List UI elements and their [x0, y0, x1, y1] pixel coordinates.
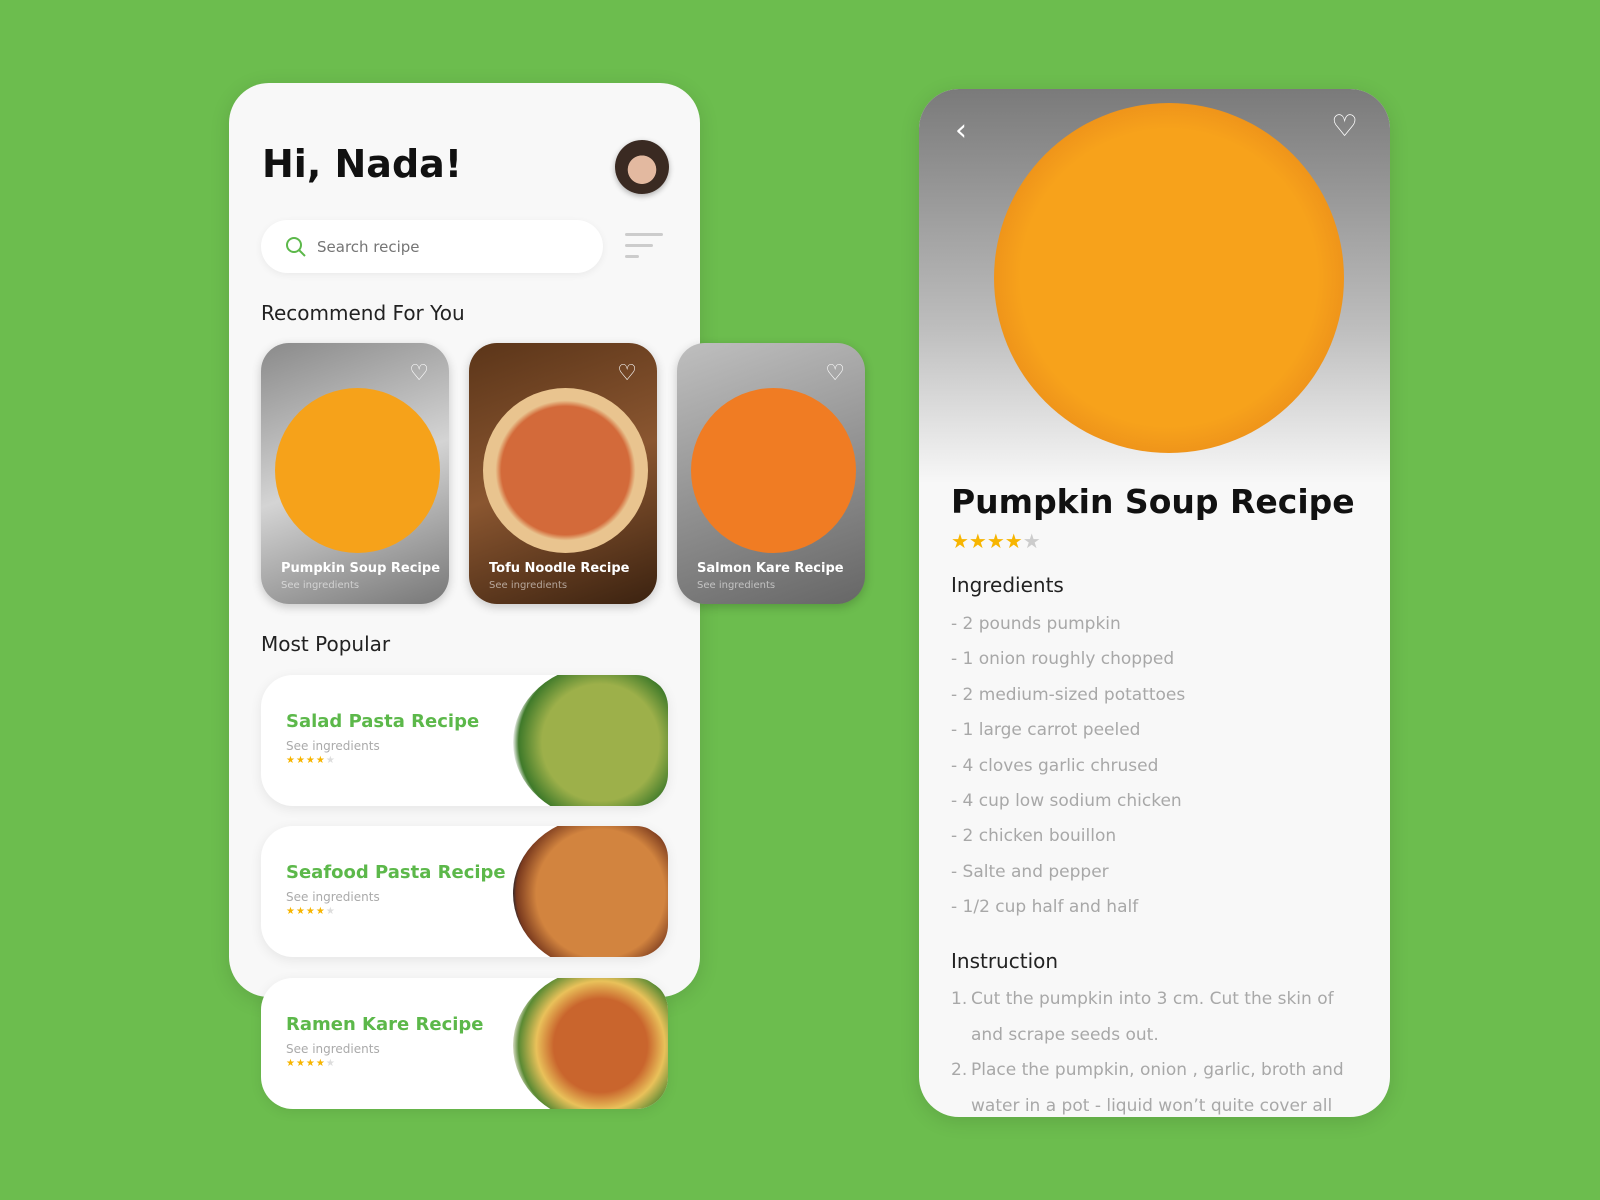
item-subtitle[interactable]: See ingredients — [286, 1042, 380, 1056]
card-subtitle[interactable]: See ingredients — [281, 580, 359, 591]
instruction-step: 1. Cut the pumpkin into 3 cm. Cut the ski… — [951, 982, 1371, 1053]
star-rating: ★★★★★ — [286, 1058, 336, 1069]
ingredient-item: - 1/2 cup half and half — [951, 897, 1139, 917]
heart-icon[interactable]: ♡ — [825, 361, 845, 386]
soup-bowl — [994, 103, 1344, 453]
back-arrow-icon[interactable]: ‹ — [955, 113, 967, 148]
ingredient-item: - 4 cup low sodium chicken — [951, 791, 1182, 811]
heart-icon[interactable]: ♡ — [409, 361, 429, 386]
recipe-image — [513, 826, 668, 957]
ingredient-item: - 1 onion roughly chopped — [951, 649, 1175, 669]
card-title: Tofu Noodle Recipe — [489, 561, 630, 576]
popular-item[interactable]: Seafood Pasta Recipe See ingredients ★★★… — [261, 826, 668, 957]
recipe-image — [513, 978, 668, 1109]
recipe-image — [483, 388, 648, 553]
step-text: Place the pumpkin, onion , garlic, broth… — [971, 1060, 1344, 1116]
ingredients-heading: Ingredients — [951, 573, 1064, 597]
instruction-step: 2. Place the pumpkin, onion , garlic, bro… — [951, 1053, 1371, 1117]
avatar[interactable] — [615, 140, 669, 194]
card-title: Salmon Kare Recipe — [697, 561, 844, 576]
ingredient-item: - Salte and pepper — [951, 862, 1109, 882]
recipe-title: Pumpkin Soup Recipe — [951, 482, 1355, 521]
heart-icon[interactable]: ♡ — [1331, 109, 1358, 144]
instruction-heading: Instruction — [951, 949, 1059, 973]
item-title: Seafood Pasta Recipe — [286, 862, 506, 883]
item-subtitle[interactable]: See ingredients — [286, 890, 380, 904]
ingredient-item: - 4 cloves garlic chrused — [951, 756, 1159, 776]
card-subtitle[interactable]: See ingredients — [697, 580, 775, 591]
recommend-card[interactable]: ♡ Tofu Noodle Recipe See ingredients — [469, 343, 657, 604]
search-icon — [286, 236, 306, 257]
filter-icon[interactable] — [625, 233, 665, 261]
ingredient-item: - 2 pounds pumpkin — [951, 614, 1121, 634]
search-bar[interactable] — [261, 220, 603, 273]
item-title: Ramen Kare Recipe — [286, 1014, 484, 1035]
step-number: 1. — [951, 989, 968, 1009]
step-number: 2. — [951, 1060, 968, 1080]
step-text: Cut the pumpkin into 3 cm. Cut the skin … — [971, 989, 1334, 1045]
popular-item[interactable]: Salad Pasta Recipe See ingredients ★★★★★ — [261, 675, 668, 806]
card-subtitle[interactable]: See ingredients — [489, 580, 567, 591]
recipe-image — [691, 388, 856, 553]
ingredient-item: - 1 large carrot peeled — [951, 720, 1141, 740]
recipe-detail-screen: ‹ ♡ Pumpkin Soup Recipe ★★★★★ Ingredient… — [919, 89, 1390, 1117]
recommend-card[interactable]: ♡ Pumpkin Soup Recipe See ingredients — [261, 343, 449, 604]
star-rating: ★★★★★ — [286, 906, 336, 917]
popular-heading: Most Popular — [261, 632, 391, 656]
card-title: Pumpkin Soup Recipe — [281, 561, 441, 576]
recipe-hero-image — [919, 89, 1390, 484]
item-title: Salad Pasta Recipe — [286, 711, 480, 732]
star-rating: ★★★★★ — [286, 755, 336, 766]
ingredient-item: - 2 medium-sized potattoes — [951, 685, 1186, 705]
recommend-heading: Recommend For You — [261, 301, 465, 325]
greeting: Hi, Nada! — [262, 142, 463, 186]
item-subtitle[interactable]: See ingredients — [286, 739, 380, 753]
recipe-image — [513, 675, 668, 806]
popular-item[interactable]: Ramen Kare Recipe See ingredients ★★★★★ — [261, 978, 668, 1109]
recipe-image — [275, 388, 440, 553]
heart-icon[interactable]: ♡ — [617, 361, 637, 386]
star-rating: ★★★★★ — [951, 529, 1041, 553]
recommend-card[interactable]: ♡ Salmon Kare Recipe See ingredients — [677, 343, 865, 604]
ingredient-item: - 2 chicken bouillon — [951, 826, 1117, 846]
search-input[interactable] — [317, 237, 567, 256]
